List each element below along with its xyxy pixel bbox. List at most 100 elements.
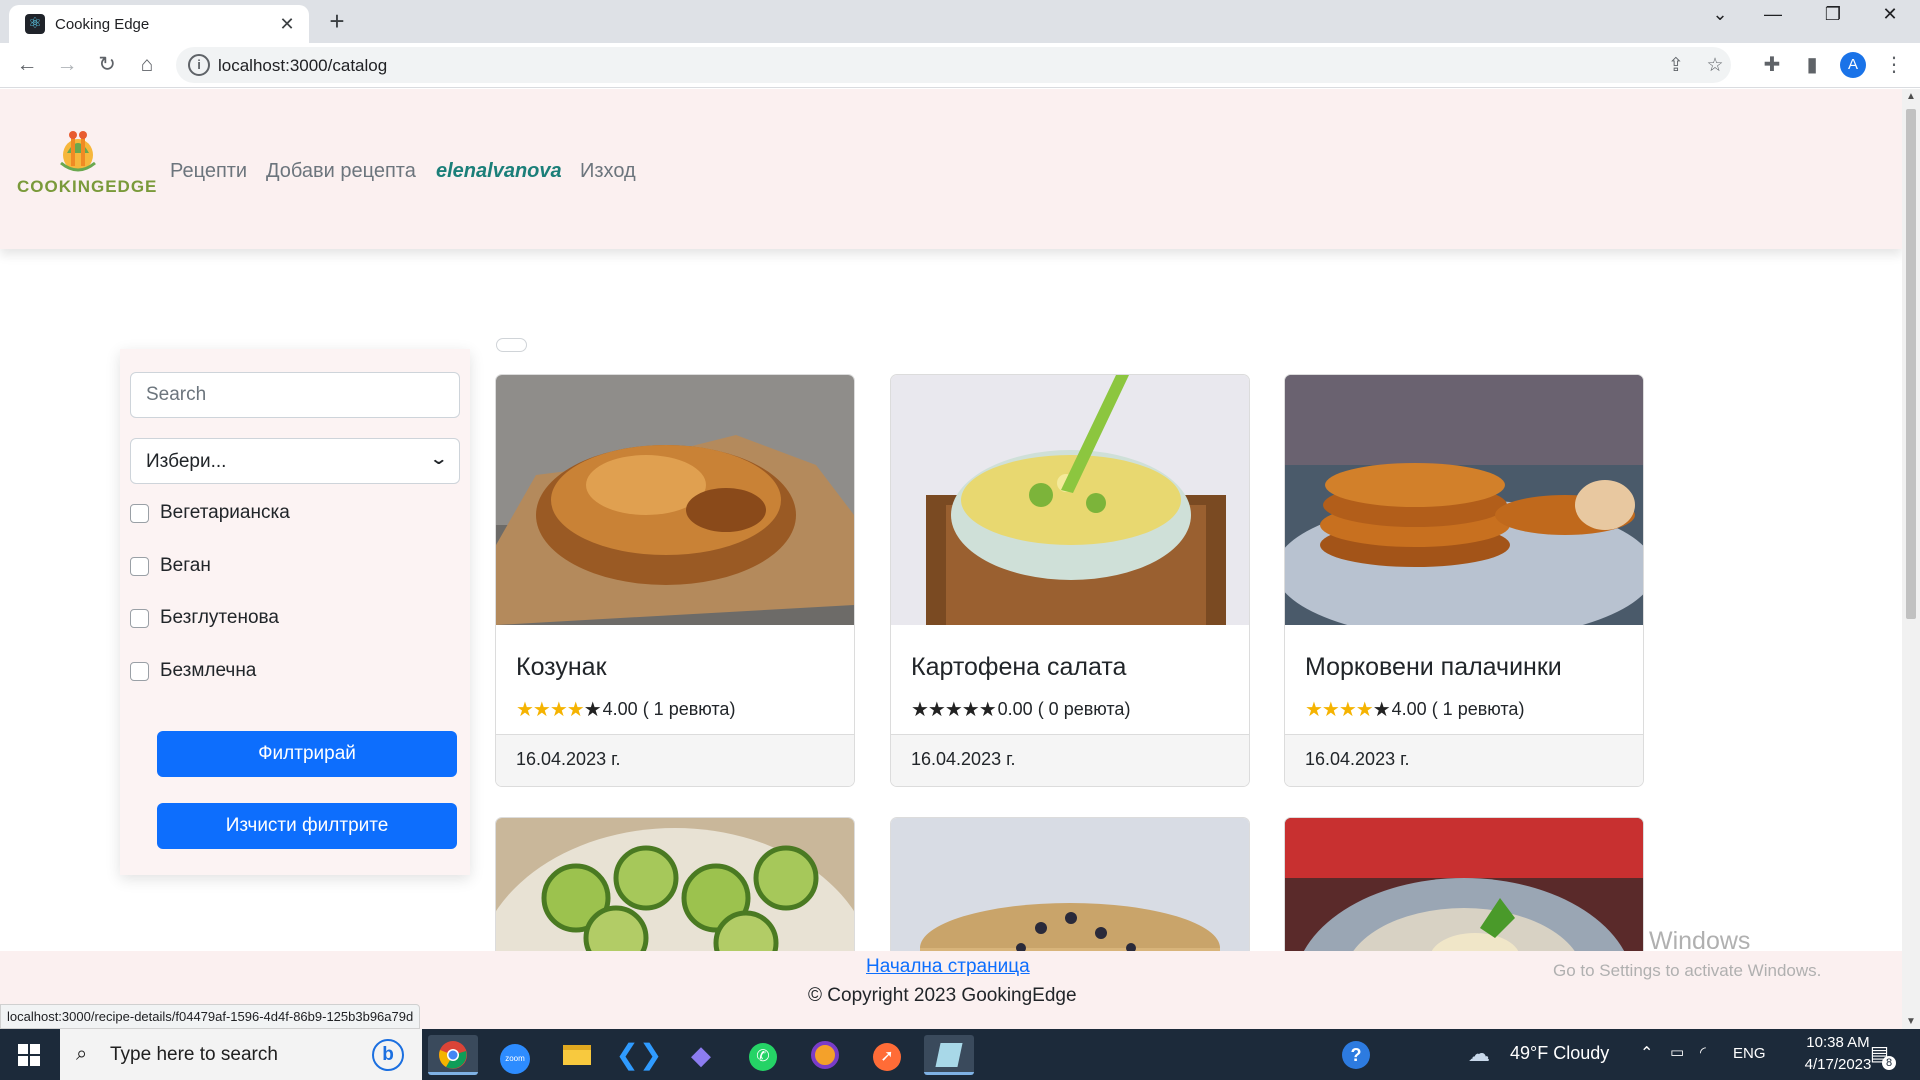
search-input[interactable] bbox=[130, 372, 460, 418]
filter-panel: Избери... ⌄ Вегетарианска Веган Безглуте… bbox=[120, 349, 470, 875]
network-icon[interactable]: ◜ bbox=[1700, 1043, 1706, 1061]
postman-taskbar-icon[interactable]: ➚ bbox=[862, 1035, 912, 1075]
card-footer: 16.04.2023 г. bbox=[496, 734, 854, 786]
logo-text: COOKINGEDGE bbox=[17, 177, 158, 196]
page-scrollbar[interactable]: ▲ ▼ bbox=[1902, 89, 1920, 1029]
scrollbar-thumb[interactable] bbox=[1906, 109, 1916, 619]
recipe-image bbox=[891, 375, 1249, 625]
card-footer: 16.04.2023 г. bbox=[1285, 734, 1643, 786]
windows-watermark-title: Windows bbox=[1649, 927, 1751, 955]
chevron-down-icon: ⌄ bbox=[428, 451, 448, 468]
scroll-down-arrow-icon[interactable]: ▼ bbox=[1906, 1016, 1916, 1027]
copyright-text: © Copyright 2023 GookingEdge bbox=[808, 985, 1077, 1006]
category-select[interactable]: Избери... ⌄ bbox=[130, 438, 460, 484]
nav-add-recipe[interactable]: Добави рецепта bbox=[266, 160, 416, 183]
bing-icon[interactable]: b bbox=[372, 1039, 404, 1071]
checkbox-label: Безмлечна bbox=[160, 660, 257, 681]
star-rating-icon: ★★★★★ bbox=[1305, 699, 1391, 721]
visual-studio-taskbar-icon[interactable]: ◆ bbox=[676, 1035, 726, 1075]
home-link[interactable]: Начална страница bbox=[866, 956, 1030, 978]
side-panel-icon[interactable]: ▮ bbox=[1798, 51, 1826, 79]
home-icon[interactable]: ⌂ bbox=[133, 51, 161, 79]
whatsapp-taskbar-icon[interactable]: ✆ bbox=[738, 1035, 788, 1075]
star-rating-icon: ★★★★★ bbox=[911, 699, 997, 721]
rating-text: 0.00 ( 0 ревюта) bbox=[997, 699, 1131, 719]
recipe-title[interactable]: Козунак bbox=[516, 653, 607, 682]
site-logo[interactable]: COOKINGEDGE bbox=[17, 127, 158, 207]
recipe-card[interactable]: Картофена салата ★★★★★ 0.00 ( 0 ревюта) … bbox=[890, 374, 1250, 787]
vscode-taskbar-icon[interactable]: ❮❯ bbox=[614, 1035, 664, 1075]
chef-hat-logo-icon bbox=[60, 131, 96, 172]
filter-button[interactable]: Филтрирай bbox=[157, 731, 457, 777]
url-text[interactable]: localhost:3000/catalog bbox=[218, 56, 387, 76]
recipe-rating: ★★★★★ 4.00 ( 1 ревюта) bbox=[1305, 697, 1524, 722]
menu-kebab-icon[interactable]: ⋮ bbox=[1880, 51, 1908, 79]
reload-icon[interactable]: ↻ bbox=[93, 51, 121, 79]
notification-count-badge: 8 bbox=[1882, 1056, 1896, 1070]
clear-filters-button[interactable]: Изчисти филтрите bbox=[157, 803, 457, 849]
share-icon[interactable]: ⇪ bbox=[1664, 54, 1688, 77]
new-tab-icon[interactable]: + bbox=[324, 6, 350, 37]
chrome-taskbar-icon[interactable] bbox=[428, 1035, 478, 1075]
checkbox-vegan[interactable]: Веган bbox=[130, 554, 211, 578]
tab-title: Cooking Edge bbox=[55, 15, 150, 33]
recipe-date: 16.04.2023 г. bbox=[1305, 749, 1410, 769]
clock-date[interactable]: 4/17/2023 bbox=[1800, 1056, 1876, 1073]
close-window-icon[interactable]: ✕ bbox=[1870, 4, 1910, 25]
chevron-up-icon[interactable]: ⌃ bbox=[1640, 1043, 1653, 1063]
address-bar[interactable]: i localhost:3000/catalog ⇪ ☆ bbox=[176, 47, 1731, 83]
recipe-card[interactable]: Морковени палачинки ★★★★★ 4.00 ( 1 ревют… bbox=[1284, 374, 1644, 787]
browser-tab[interactable]: ⚛ Cooking Edge ✕ bbox=[9, 5, 309, 43]
nav-recipes[interactable]: Рецепти bbox=[170, 160, 247, 183]
help-icon[interactable]: ? bbox=[1342, 1041, 1370, 1069]
browser-tab-strip: ⚛ Cooking Edge ✕ + ⌄ — ❐ ✕ bbox=[0, 0, 1920, 43]
display-icon[interactable]: ▭ bbox=[1670, 1043, 1684, 1061]
rating-text: 4.00 ( 1 ревюта) bbox=[1391, 699, 1525, 719]
browser-app-taskbar-icon[interactable] bbox=[800, 1035, 850, 1075]
star-rating-icon: ★★★★★ bbox=[516, 699, 602, 721]
back-icon[interactable]: ← bbox=[13, 51, 41, 79]
link-status-bar: localhost:3000/recipe-details/f04479af-1… bbox=[0, 1004, 421, 1029]
checkbox-box[interactable] bbox=[130, 661, 149, 681]
react-favicon-icon: ⚛ bbox=[25, 14, 45, 34]
scroll-up-arrow-icon[interactable]: ▲ bbox=[1906, 91, 1916, 102]
taskbar-search-placeholder: Type here to search bbox=[110, 1044, 278, 1065]
minimize-icon[interactable]: — bbox=[1753, 4, 1793, 25]
close-tab-icon[interactable]: ✕ bbox=[277, 14, 297, 35]
site-info-icon[interactable]: i bbox=[188, 54, 210, 76]
extensions-icon[interactable]: ✚ bbox=[1758, 51, 1786, 79]
recipe-card[interactable]: Козунак ★★★★★ 4.00 ( 1 ревюта) 16.04.202… bbox=[495, 374, 855, 787]
bookmark-star-icon[interactable]: ☆ bbox=[1703, 54, 1727, 77]
weather-text[interactable]: 49°F Cloudy bbox=[1510, 1043, 1609, 1064]
profile-avatar[interactable]: A bbox=[1840, 52, 1866, 78]
recipe-title[interactable]: Морковени палачинки bbox=[1305, 653, 1562, 682]
toggle-pill[interactable] bbox=[496, 338, 527, 352]
zoom-taskbar-icon[interactable]: zoom bbox=[490, 1035, 540, 1075]
tab-search-chevron-icon[interactable]: ⌄ bbox=[1700, 4, 1740, 25]
recipe-date: 16.04.2023 г. bbox=[911, 749, 1016, 769]
checkbox-box[interactable] bbox=[130, 503, 149, 523]
checkbox-box[interactable] bbox=[130, 608, 149, 628]
checkbox-gluten-free[interactable]: Безглутенова bbox=[130, 606, 279, 630]
restore-icon[interactable]: ❐ bbox=[1813, 4, 1853, 25]
file-explorer-taskbar-icon[interactable] bbox=[552, 1035, 602, 1075]
app-taskbar-icon[interactable] bbox=[924, 1035, 974, 1075]
nav-username[interactable]: elenalvanova bbox=[436, 160, 562, 183]
recipe-title[interactable]: Картофена салата bbox=[911, 653, 1126, 682]
nav-logout[interactable]: Изход bbox=[580, 160, 636, 183]
search-icon: ⌕ bbox=[76, 1043, 88, 1065]
checkbox-box[interactable] bbox=[130, 556, 149, 576]
clock-time[interactable]: 10:38 AM bbox=[1800, 1034, 1876, 1051]
windows-start-icon[interactable] bbox=[18, 1044, 40, 1066]
chrome-logo-icon bbox=[439, 1041, 467, 1069]
card-footer: 16.04.2023 г. bbox=[891, 734, 1249, 786]
checkbox-dairy-free[interactable]: Безмлечна bbox=[130, 659, 256, 683]
forward-icon[interactable]: → bbox=[53, 51, 81, 79]
checkbox-label: Вегетарианска bbox=[160, 502, 290, 523]
taskbar-search-box[interactable]: ⌕ Type here to search b bbox=[60, 1029, 422, 1080]
language-indicator[interactable]: ENG bbox=[1733, 1045, 1766, 1062]
recipe-image bbox=[1285, 375, 1643, 625]
select-value: Избери... bbox=[146, 451, 227, 472]
checkbox-vegetarian[interactable]: Вегетарианска bbox=[130, 501, 290, 525]
recipe-image bbox=[496, 375, 854, 625]
